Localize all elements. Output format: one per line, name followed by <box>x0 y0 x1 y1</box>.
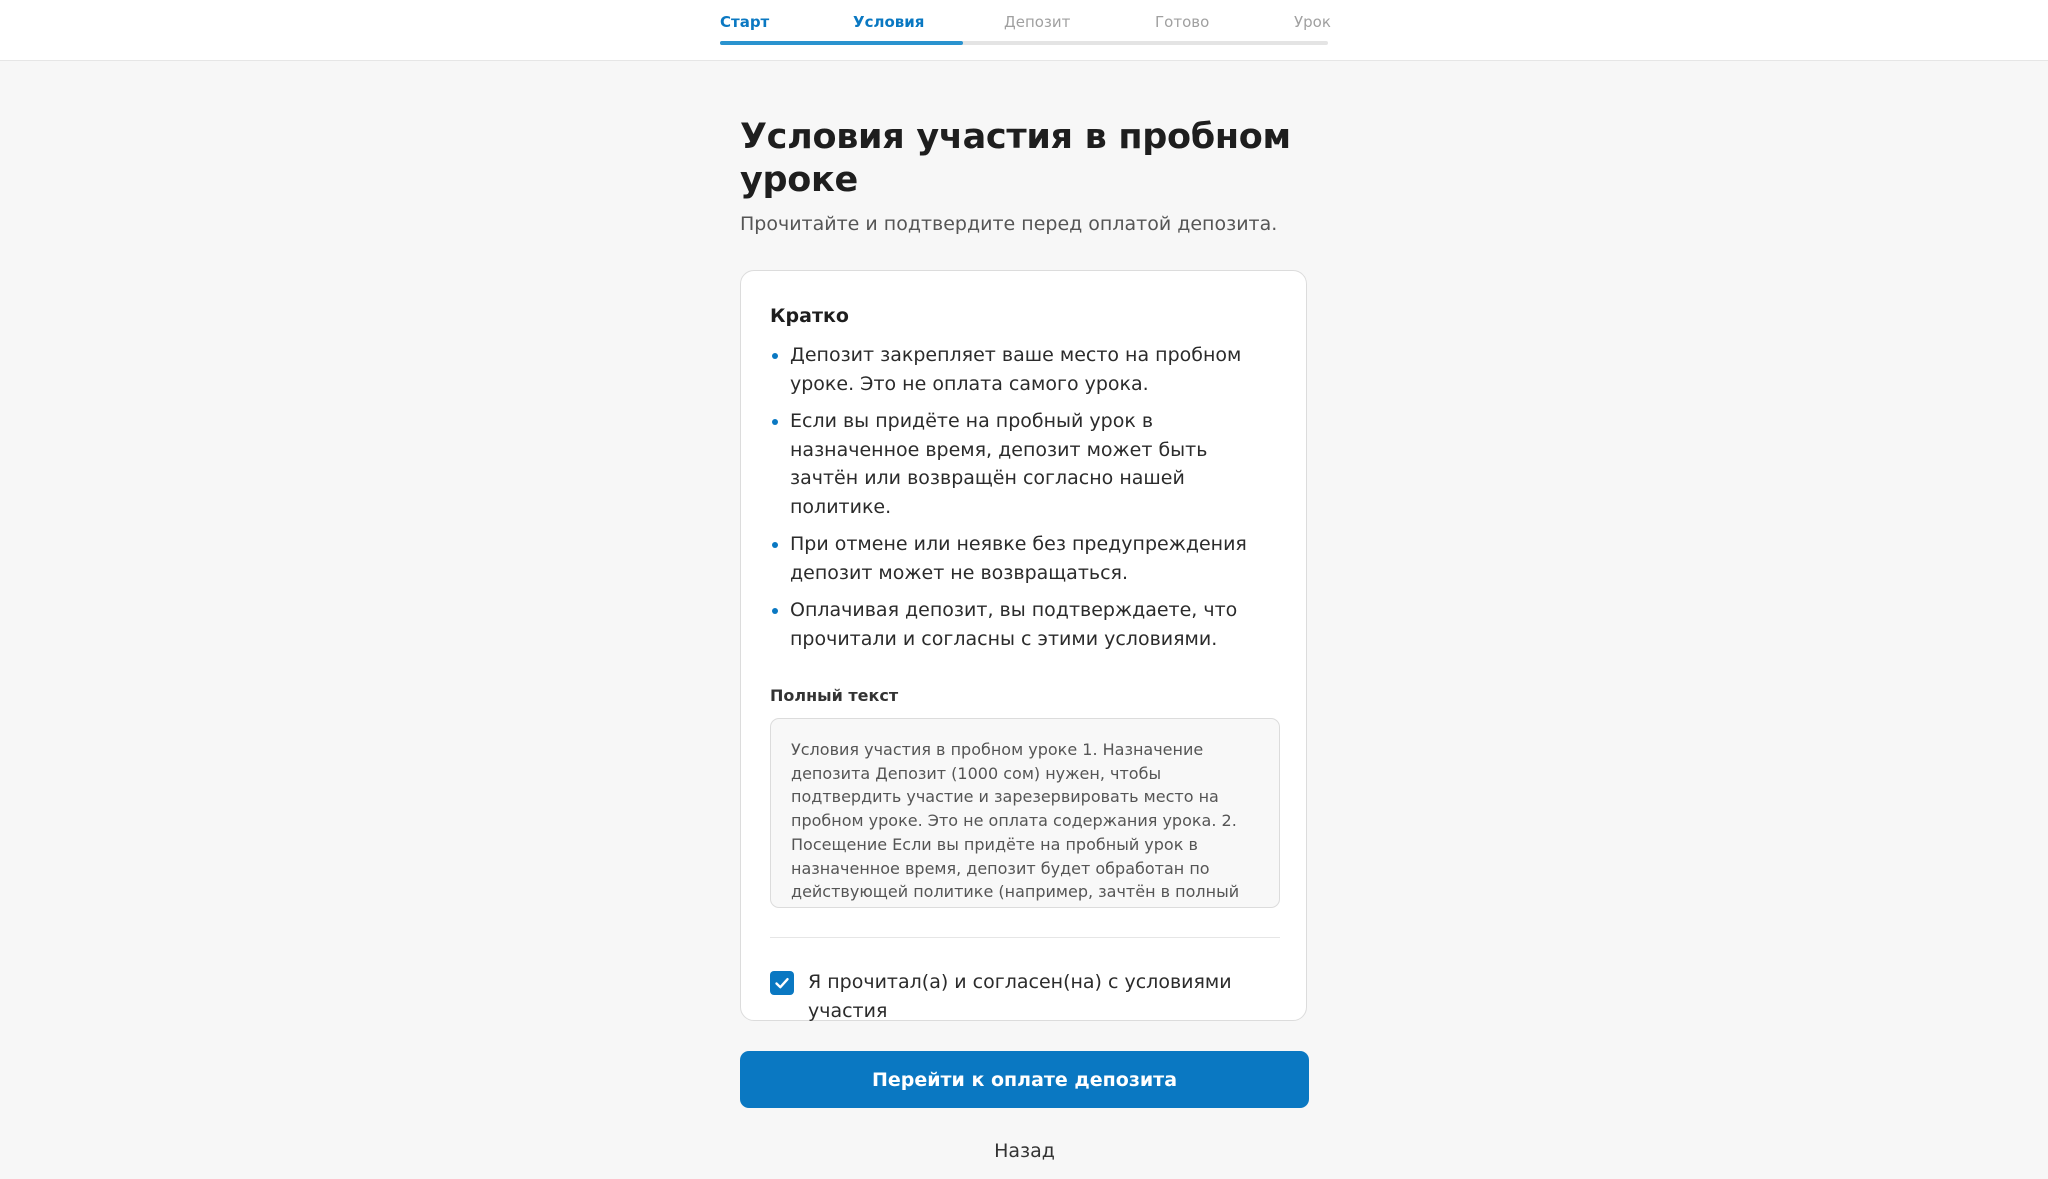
bullet-icon <box>772 608 778 614</box>
summary-item-text: При отмене или неявке без предупреждения… <box>790 533 1247 584</box>
agree-checkbox[interactable] <box>770 971 794 995</box>
summary-item: Депозит закрепляет ваше место на пробном… <box>770 341 1280 398</box>
full-text-content: Условия участия в пробном уроке 1. Назна… <box>791 740 1240 907</box>
progress-track <box>720 41 1328 45</box>
full-text-box[interactable]: Условия участия в пробном уроке 1. Назна… <box>770 718 1280 908</box>
step-conditions[interactable]: Условия <box>853 13 924 31</box>
progress-fill <box>720 41 964 45</box>
summary-title: Кратко <box>770 305 849 327</box>
page-title: Условия участия в пробном уроке <box>740 117 1291 200</box>
summary-list: Депозит закрепляет ваше место на пробном… <box>770 341 1280 653</box>
step-deposit[interactable]: Депозит <box>1004 13 1070 31</box>
step-done[interactable]: Готово <box>1155 13 1209 31</box>
summary-item: Если вы придёте на пробный урок в назнач… <box>770 407 1280 521</box>
summary-item-text: Если вы придёте на пробный урок в назнач… <box>790 410 1208 518</box>
bullet-icon <box>772 419 778 425</box>
summary-item: Оплачивая депозит, вы подтверждаете, что… <box>770 596 1280 653</box>
divider <box>770 937 1280 938</box>
step-start[interactable]: Старт <box>720 13 769 31</box>
summary-item-text: Депозит закрепляет ваше место на пробном… <box>790 344 1242 395</box>
back-link[interactable]: Назад <box>740 1139 1309 1163</box>
pay-deposit-button[interactable]: Перейти к оплате депозита <box>740 1051 1309 1108</box>
full-text-label: Полный текст <box>770 686 899 705</box>
bullet-icon <box>772 542 778 548</box>
top-bar: Старт Условия Депозит Готово Урок <box>0 0 2048 61</box>
step-lesson[interactable]: Урок <box>1294 13 1331 31</box>
agree-checkbox-row[interactable]: Я прочитал(а) и согласен(на) с условиями… <box>770 968 1280 1025</box>
summary-item: При отмене или неявке без предупреждения… <box>770 530 1280 587</box>
terms-card: Кратко Депозит закрепляет ваше место на … <box>740 270 1307 1022</box>
bullet-icon <box>772 353 778 359</box>
agree-label[interactable]: Я прочитал(а) и согласен(на) с условиями… <box>808 968 1280 1025</box>
summary-item-text: Оплачивая депозит, вы подтверждаете, что… <box>790 599 1238 650</box>
progress-steps: Старт Условия Депозит Готово Урок <box>720 0 1331 60</box>
page-header: Условия участия в пробном уроке Прочитай… <box>740 116 1309 237</box>
page-subtitle: Прочитайте и подтвердите перед оплатой д… <box>740 213 1278 235</box>
check-icon <box>775 978 789 989</box>
